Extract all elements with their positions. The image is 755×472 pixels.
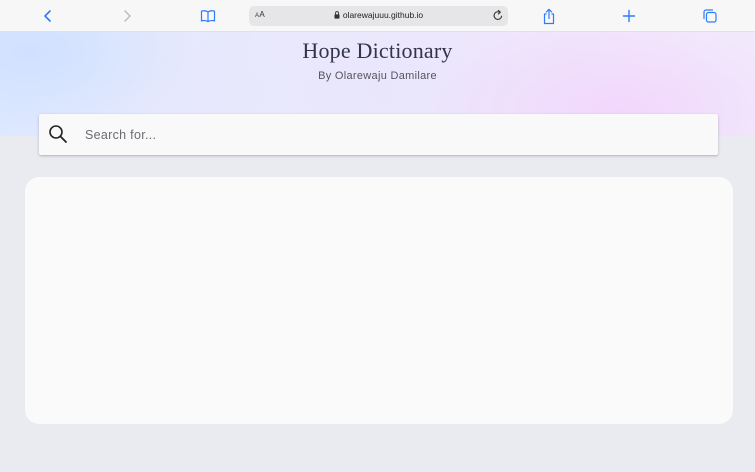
chevron-right-icon (124, 10, 131, 22)
url-display[interactable]: olarewajuuu.github.io (249, 10, 508, 20)
browser-toolbar: AAAA olarewajuuu.github.io (0, 0, 755, 32)
results-panel (25, 177, 733, 424)
new-tab-button[interactable] (619, 6, 639, 26)
share-icon (543, 8, 555, 24)
back-button[interactable] (38, 6, 58, 26)
share-button[interactable] (539, 6, 559, 26)
search-bar (39, 114, 718, 155)
search-input[interactable] (85, 114, 705, 155)
tabs-icon (703, 9, 717, 23)
plus-icon (622, 9, 636, 23)
lock-icon (334, 11, 340, 19)
url-text: olarewajuuu.github.io (342, 10, 424, 20)
reload-icon[interactable] (492, 9, 504, 22)
chevron-left-icon (44, 10, 51, 22)
search-icon[interactable] (48, 124, 68, 144)
forward-button[interactable] (117, 6, 137, 26)
page-title: Hope Dictionary (302, 38, 453, 63)
bookmarks-button[interactable] (198, 6, 218, 26)
address-bar[interactable]: AAAA olarewajuuu.github.io (249, 6, 508, 26)
tabs-overview-button[interactable] (700, 6, 720, 26)
page-subtitle: By Olarewaju Damilare (318, 70, 437, 82)
book-icon (200, 10, 216, 23)
